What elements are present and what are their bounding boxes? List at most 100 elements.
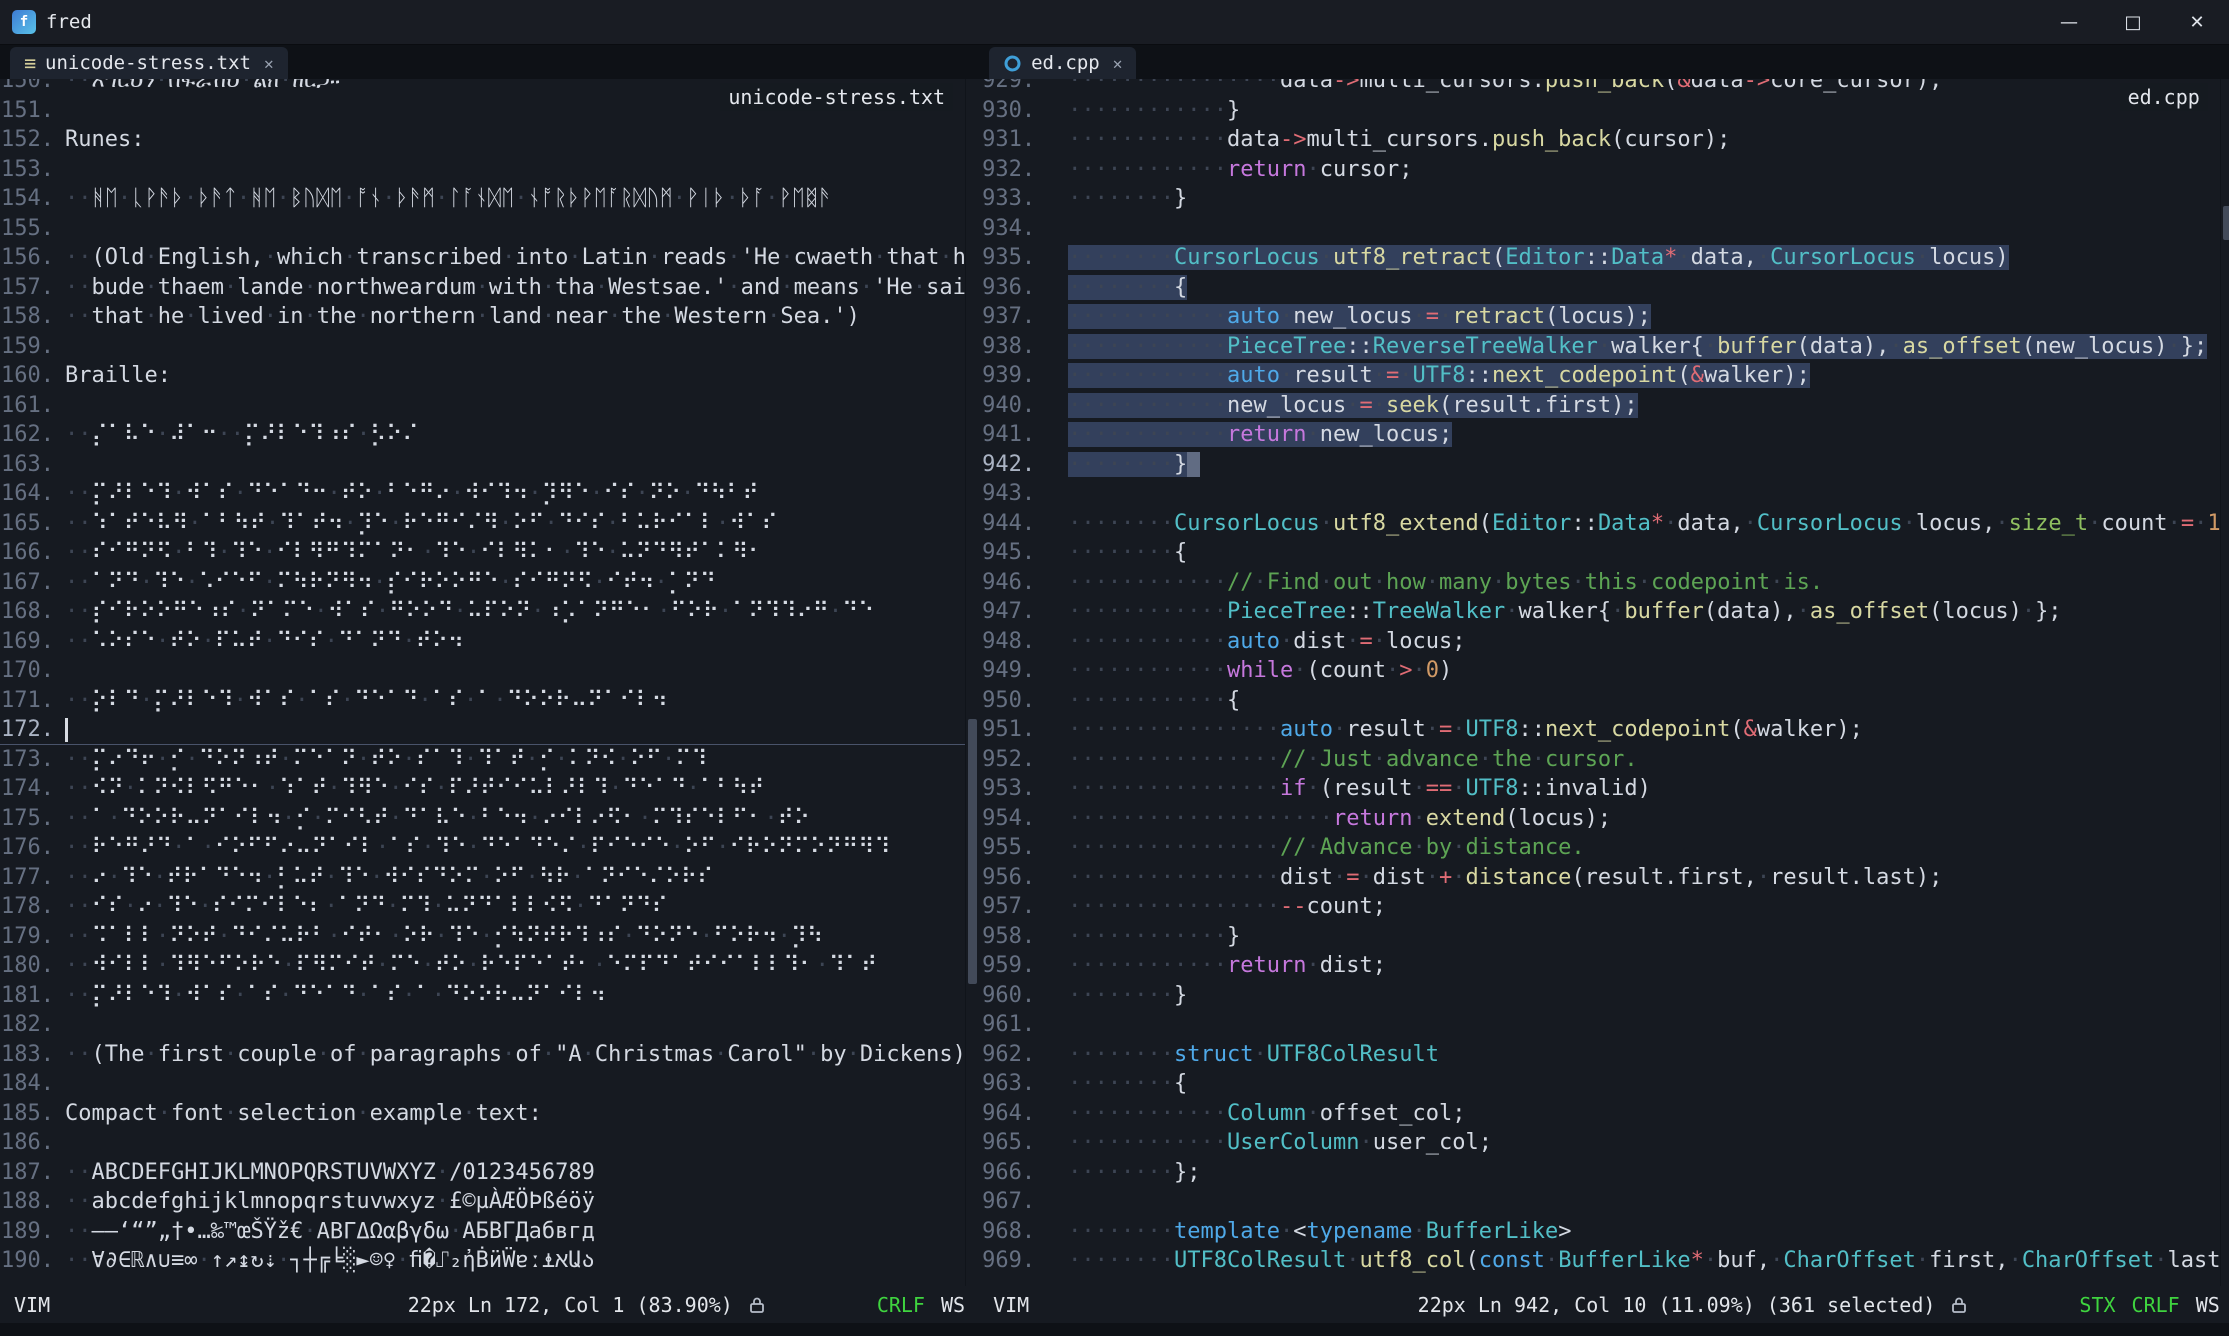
scrollbar-thumb[interactable] <box>2223 206 2229 240</box>
code-line[interactable]: 186. <box>0 1128 979 1158</box>
code-line[interactable]: 169.··⠡⠕⠎⠑·⠞⠕·⠏⠥⠞·⠙⠊⠎·⠙⠁⠝⠙·⠞⠕⠲ <box>0 627 979 657</box>
code-line[interactable]: 167.··⠁⠝⠙·⠹⠑·⠡⠊⠑⠋·⠍⠳⠗⠝⠻⠲·⡎⠊⠗⠕⠕⠛⠑·⠎⠊⠛⠝⠫·⠊… <box>0 568 979 598</box>
close-button[interactable]: ✕ <box>2165 0 2229 44</box>
code-line[interactable]: 948.············auto·dist·=·locus; <box>979 627 2229 657</box>
code-line[interactable]: 944.········CursorLocus·utf8_extend(Edit… <box>979 509 2229 539</box>
code-line[interactable]: 953.················if·(result·==·UTF8::… <box>979 774 2229 804</box>
code-line[interactable]: 174.··⠪⠝·⠅⠝⠪⠇⠫⠛⠑⠂·⠱⠁⠞·⠹⠻⠑·⠊⠎·⠏⠜⠞⠊⠊⠥⠇⠜⠇⠹·… <box>0 774 979 804</box>
code-line[interactable]: 965.············UserColumn·user_col; <box>979 1128 2229 1158</box>
code-line[interactable]: 161. <box>0 391 979 421</box>
line-number: 949. <box>979 656 1035 686</box>
code-line[interactable]: 154.··ᚻᛖ·ᚳᚹᚫᚦ·ᚦᚫᛏ·ᚻᛖ·ᛒᚢᛞᛖ·ᚩᚾ·ᚦᚫᛗ·ᛚᚪᚾᛞᛖ·ᚾ… <box>0 184 979 214</box>
code-line[interactable]: 158.··that·he·lived·in·the·northern·land… <box>0 302 979 332</box>
code-line[interactable]: 963.········{ <box>979 1069 2229 1099</box>
vertical-scrollbar[interactable] <box>965 79 979 1286</box>
code-line[interactable]: 942.········} <box>979 450 2229 480</box>
code-line[interactable]: 157.··bude·thaem·lande·northweardum·with… <box>0 273 979 303</box>
code-line[interactable]: 189.··–—‘“”„†•…‰™œŠŸž€·ΑΒΓΔΩαβγδω·АБВГДа… <box>0 1217 979 1247</box>
scrollbar-thumb[interactable] <box>968 719 977 985</box>
line-number: 188. <box>0 1187 54 1217</box>
code-line[interactable]: 182. <box>0 1010 979 1040</box>
code-line[interactable]: 941.············return·new_locus; <box>979 420 2229 450</box>
code-line[interactable]: 180.··⠺⠊⠇⠇·⠹⠻⠑⠋⠕⠗⠑·⠏⠻⠍⠊⠞·⠍⠑·⠞⠕·⠗⠑⠏⠑⠁⠞⠂·⠑… <box>0 951 979 981</box>
code-line[interactable]: 929.················data->multi_cursors.… <box>979 79 2229 96</box>
text-editor[interactable]: 150.··እግርህን·በፍራሽህ·ልክ·ዘርጋ።151.152.Runes:1… <box>0 79 979 1286</box>
tab-close-icon[interactable]: ✕ <box>260 54 274 73</box>
code-line[interactable]: 160.Braille: <box>0 361 979 391</box>
code-line[interactable]: 159. <box>0 332 979 362</box>
code-line[interactable]: 957.················--count; <box>979 892 2229 922</box>
horizontal-scrollbar[interactable] <box>979 1323 2229 1336</box>
code-line[interactable]: 939.············auto·result·=·UTF8::next… <box>979 361 2229 391</box>
tab-unicode-stress[interactable]: ≡ unicode-stress.txt ✕ <box>10 47 288 79</box>
code-line[interactable]: 183.··(The·first·couple·of·paragraphs·of… <box>0 1040 979 1070</box>
code-line[interactable]: 178.··⠊⠎·⠔·⠹⠑·⠎⠊⠍⠊⠇⠑⠆·⠁⠝⠙·⠍⠹·⠥⠝⠙⠁⠇⠇⠪⠫·⠙⠁… <box>0 892 979 922</box>
code-line[interactable]: 962.········struct·UTF8ColResult <box>979 1040 2229 1070</box>
code-line[interactable]: 937.············auto·new_locus·=·retract… <box>979 302 2229 332</box>
code-line[interactable]: 164.··⡍⠜⠇⠑⠹·⠺⠁⠎·⠙⠑⠁⠙⠒·⠞⠕·⠃⠑⠛⠔·⠺⠊⠹⠲·⡹⠻⠑·⠊… <box>0 479 979 509</box>
code-line[interactable]: 163. <box>0 450 979 480</box>
code-line[interactable]: 936.········{ <box>979 273 2229 303</box>
code-line[interactable]: 951.················auto·result·=·UTF8::… <box>979 715 2229 745</box>
code-line[interactable]: 170. <box>0 656 979 686</box>
code-line[interactable]: 153. <box>0 155 979 185</box>
code-line[interactable]: 956.················dist·=·dist·+·distan… <box>979 863 2229 893</box>
code-line[interactable]: 931.············data->multi_cursors.push… <box>979 125 2229 155</box>
minimize-button[interactable]: — <box>2037 0 2101 44</box>
code-line[interactable]: 960.········} <box>979 981 2229 1011</box>
code-line[interactable]: 179.··⠩⠁⠇⠇·⠝⠕⠞·⠙⠊⠌⠥⠗⠃·⠊⠞⠂·⠕⠗·⠹⠑·⡊⠳⠝⠞⠗⠹⠰⠎… <box>0 922 979 952</box>
code-line[interactable]: 930.············} <box>979 96 2229 126</box>
code-line[interactable]: 190.··∀∂∈ℝ∧∪≡∞·↑↗↨↻⇣·┐┼╔╘░►☺♀·ﬁ�⑀₂ἠḂӥẄɐː… <box>0 1246 979 1276</box>
code-line[interactable]: 171.··⡕⠇⠙·⡍⠜⠇⠑⠹·⠺⠁⠎·⠁⠎·⠙⠑⠁⠙·⠁⠎·⠁·⠙⠕⠕⠗⠤⠝⠁… <box>0 686 979 716</box>
vertical-scrollbar[interactable] <box>2220 79 2229 1286</box>
tab-close-icon[interactable]: ✕ <box>1109 54 1123 73</box>
code-line[interactable]: 938.············PieceTree::ReverseTreeWa… <box>979 332 2229 362</box>
code-line[interactable]: 955.················//·Advance·by·distan… <box>979 833 2229 863</box>
code-line[interactable]: 165.··⠱⠁⠞⠑⠧⠻·⠁⠃⠳⠞·⠹⠁⠞⠲·⡹⠑·⠗⠑⠛⠊⠌⠻·⠕⠋·⠙⠊⠎·… <box>0 509 979 539</box>
code-line[interactable]: 188.··abcdefghijklmnopqrstuvwxyz·£©µÀÆÖÞ… <box>0 1187 979 1217</box>
code-line[interactable]: 181.··⡍⠜⠇⠑⠹·⠺⠁⠎·⠁⠎·⠙⠑⠁⠙·⠁⠎·⠁·⠙⠕⠕⠗⠤⠝⠁⠊⠇⠲ <box>0 981 979 1011</box>
code-line[interactable]: 187.··ABCDEFGHIJKLMNOPQRSTUVWXYZ·/012345… <box>0 1158 979 1188</box>
code-line[interactable]: 155. <box>0 214 979 244</box>
titlebar[interactable]: f fred — □ ✕ <box>0 0 2229 45</box>
code-line[interactable]: 950.············{ <box>979 686 2229 716</box>
code-line[interactable]: 152.Runes: <box>0 125 979 155</box>
code-line[interactable]: 958.············} <box>979 922 2229 952</box>
code-line[interactable]: 940.············new_locus·=·seek(result.… <box>979 391 2229 421</box>
code-line[interactable]: 947.············PieceTree::TreeWalker·wa… <box>979 597 2229 627</box>
code-line[interactable]: 949.············while·(count·>·0) <box>979 656 2229 686</box>
maximize-button[interactable]: □ <box>2101 0 2165 44</box>
code-line[interactable]: 166.··⠎⠊⠛⠝⠫·⠃⠹·⠹⠑·⠊⠇⠻⠛⠹⠍⠁⠝⠂·⠹⠑·⠊⠇⠻⠅⠂·⠹⠑·… <box>0 538 979 568</box>
line-number: 940. <box>979 391 1035 421</box>
code-line[interactable]: 185.Compact·font·selection·example·text: <box>0 1099 979 1129</box>
code-line[interactable]: 967. <box>979 1187 2229 1217</box>
code-line[interactable]: 935.········CursorLocus·utf8_retract(Edi… <box>979 243 2229 273</box>
code-line[interactable]: 173.··⡍⠔⠙⠖·⡊·⠙⠕⠝⠰⠞·⠍⠑⠁⠝·⠞⠕·⠎⠁⠹·⠹⠁⠞·⡊·⠅⠝⠪… <box>0 745 979 775</box>
code-line[interactable]: 176.··⠗⠑⠛⠜⠙·⠁·⠊⠕⠋⠋⠔⠤⠝⠁⠊⠇·⠁⠎·⠹⠑·⠙⠑⠁⠙⠑⠌·⠏⠊… <box>0 833 979 863</box>
code-line[interactable]: 934. <box>979 214 2229 244</box>
horizontal-scrollbar[interactable] <box>0 1323 979 1336</box>
code-line[interactable]: 945.········{ <box>979 538 2229 568</box>
code-line[interactable]: 168.··⡎⠊⠗⠕⠕⠛⠑⠰⠎·⠝⠁⠍⠑·⠺⠁⠎·⠛⠕⠕⠙·⠥⠏⠕⠝·⠰⡡⠁⠝⠛… <box>0 597 979 627</box>
code-line[interactable]: 959.············return·dist; <box>979 951 2229 981</box>
code-line[interactable]: 177.··⠔·⠹⠑·⠞⠗⠁⠙⠑⠲·⡃⠥⠞·⠹⠑·⠺⠊⠎⠙⠕⠍·⠕⠋·⠳⠗·⠁⠝… <box>0 863 979 893</box>
code-line[interactable]: 969.········UTF8ColResult·utf8_col(const… <box>979 1246 2229 1276</box>
tab-ed-cpp[interactable]: ed.cpp ✕ <box>989 47 1136 79</box>
code-line[interactable]: 952.················//·Just·advance·the·… <box>979 745 2229 775</box>
code-line[interactable]: 932.············return·cursor; <box>979 155 2229 185</box>
code-line[interactable]: 184. <box>0 1069 979 1099</box>
line-number: 155. <box>0 214 54 244</box>
code-line[interactable]: 968.········template·<typename·BufferLik… <box>979 1217 2229 1247</box>
code-editor[interactable]: 929.················data->multi_cursors.… <box>979 79 2229 1286</box>
code-line[interactable]: 964.············Column·offset_col; <box>979 1099 2229 1129</box>
code-line[interactable]: 156.··(Old·English,·which·transcribed·in… <box>0 243 979 273</box>
code-line[interactable]: 943. <box>979 479 2229 509</box>
code-line[interactable]: 172. <box>0 715 979 745</box>
code-line[interactable]: 175.··⠁·⠙⠕⠕⠗⠤⠝⠁⠊⠇⠲·⡊·⠍⠊⠣⠞·⠙⠁⠧⠑·⠃⠑⠲·⠔⠊⠇⠔⠫… <box>0 804 979 834</box>
code-line[interactable]: 961. <box>979 1010 2229 1040</box>
code-line[interactable]: 946.············//·Find·out·how·many·byt… <box>979 568 2229 598</box>
code-line[interactable]: 933.········} <box>979 184 2229 214</box>
code-line[interactable]: 966.········}; <box>979 1158 2229 1188</box>
code-line[interactable]: 954.····················return·extend(lo… <box>979 804 2229 834</box>
code-line[interactable]: 162.··⡌⠁⠧⠑·⠼⠁⠒··⡍⠜⠇⠑⠹⠰⠎·⡣⠕⠌ <box>0 420 979 450</box>
